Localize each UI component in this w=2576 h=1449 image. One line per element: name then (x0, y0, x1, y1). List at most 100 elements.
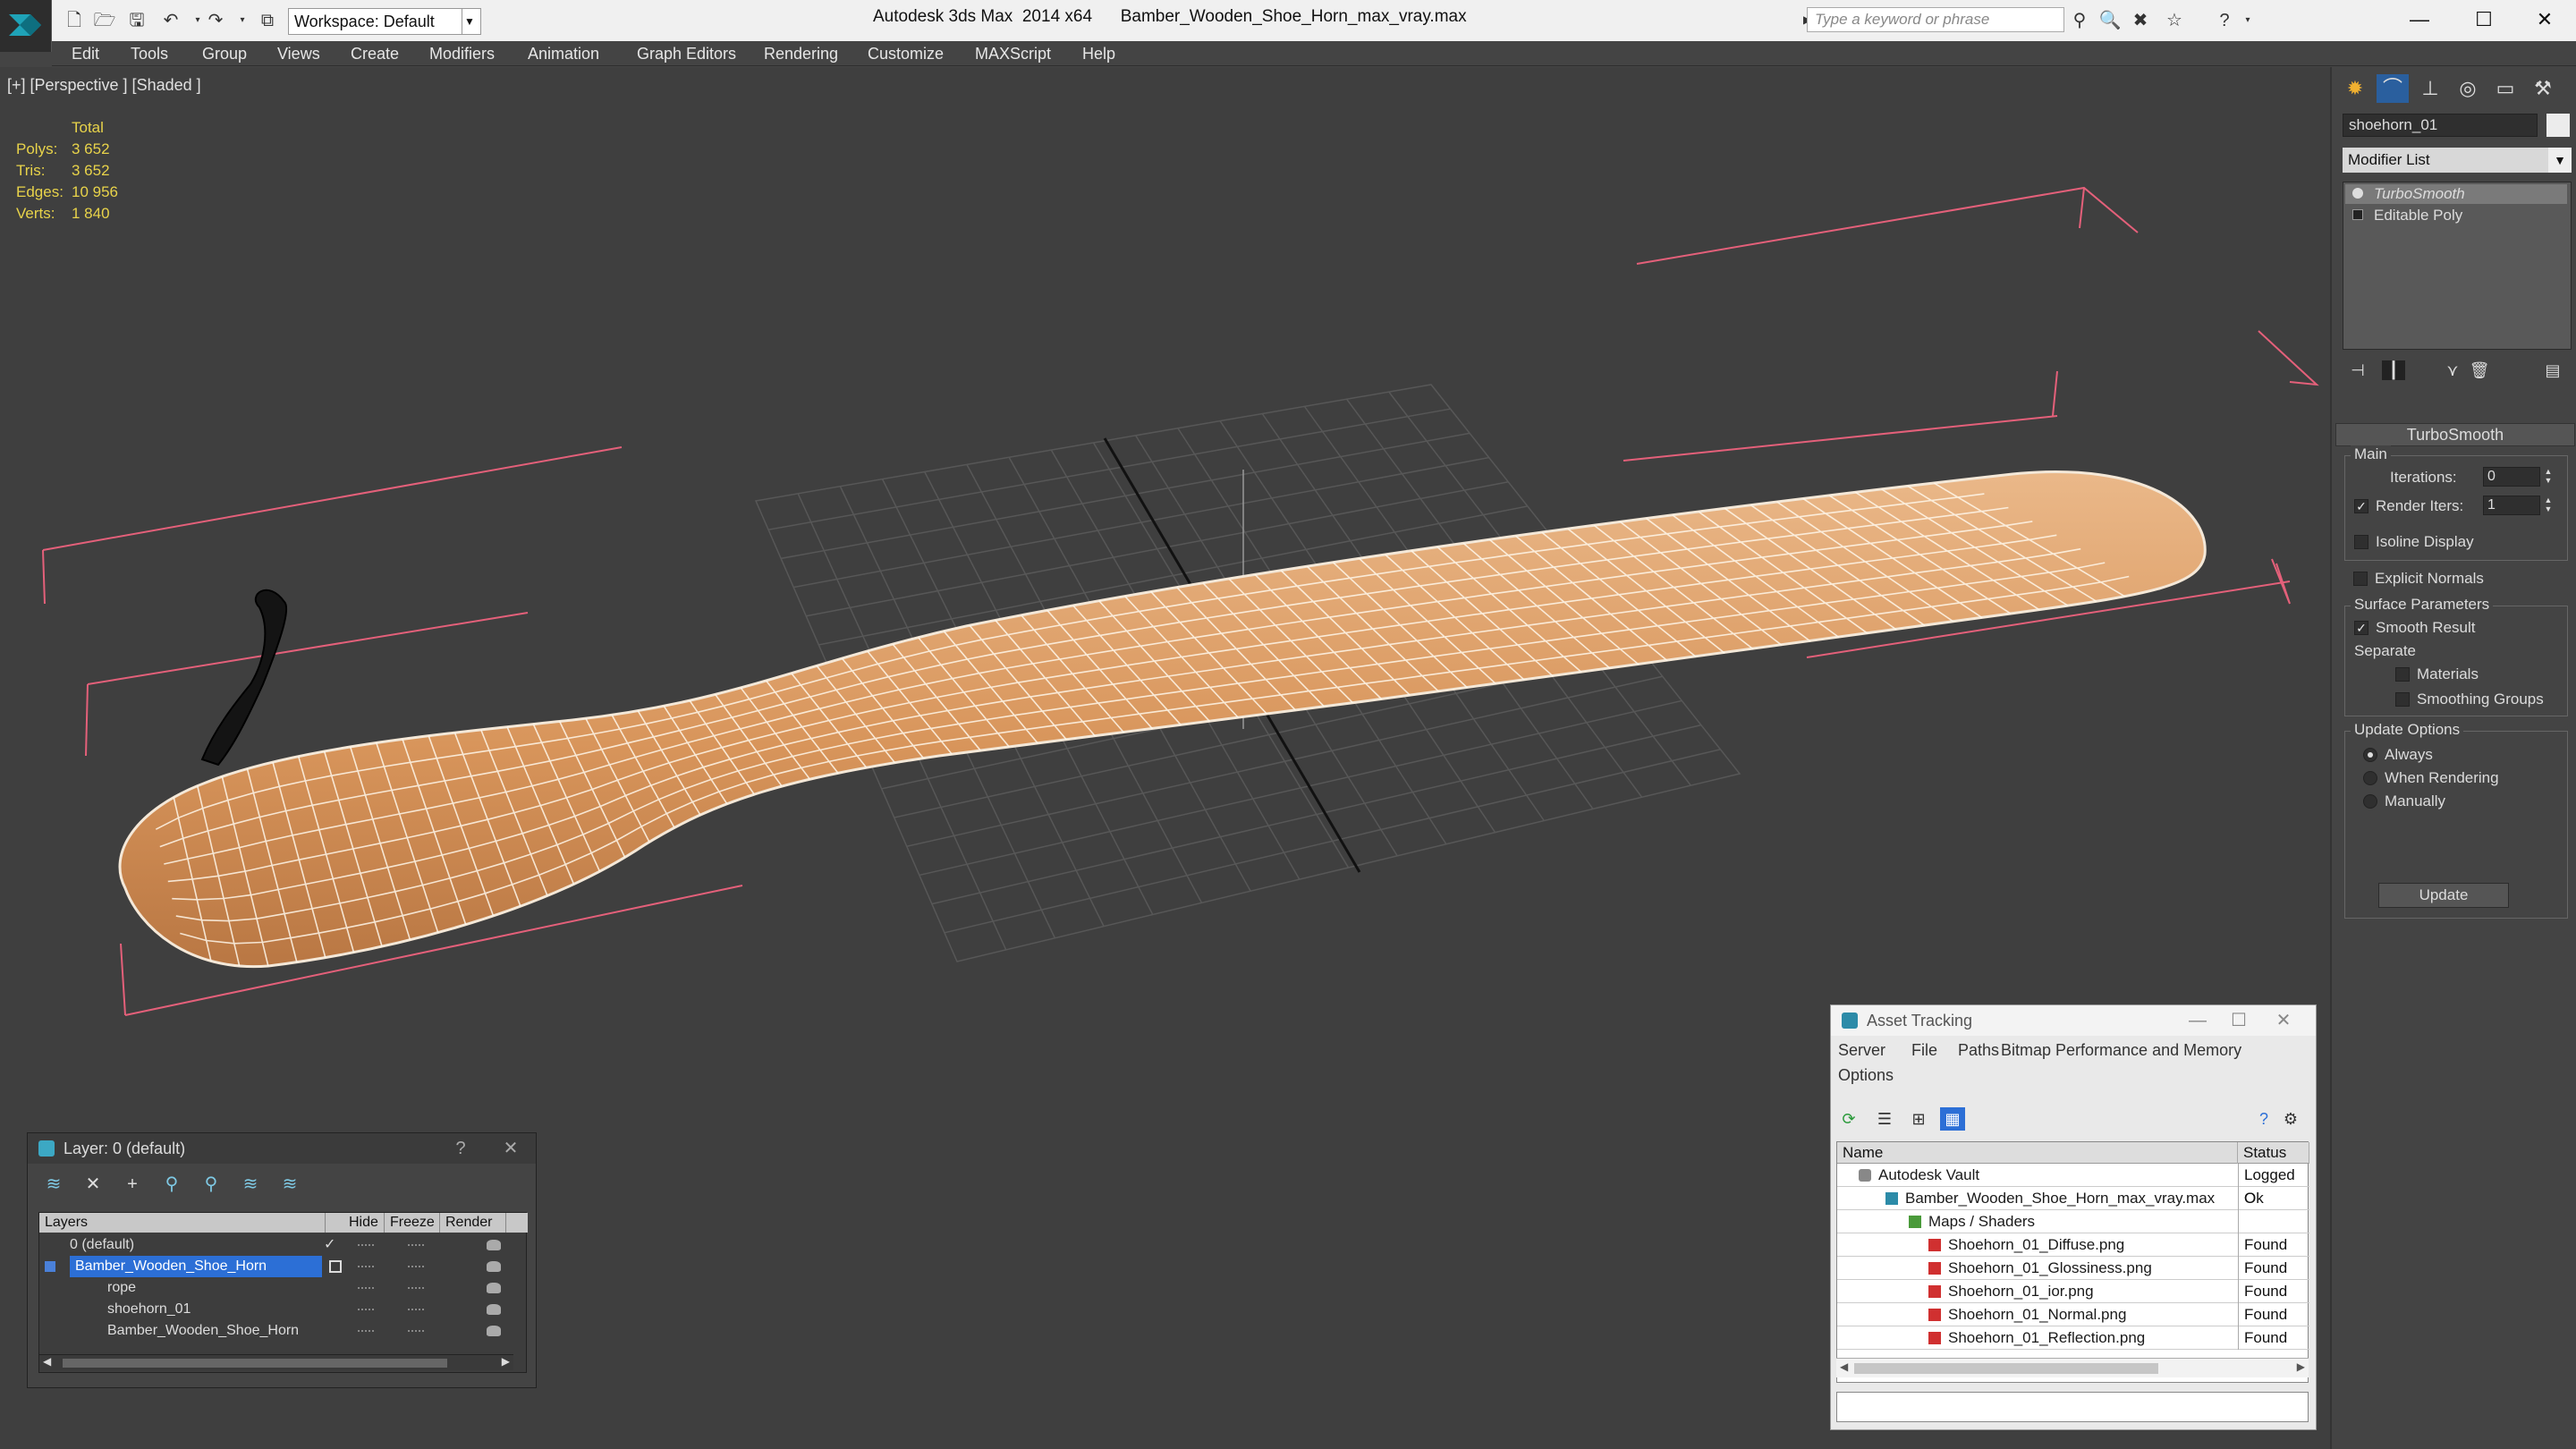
asset-row[interactable]: Shoehorn_01_Diffuse.png Found (1837, 1233, 2309, 1257)
smoothing-groups-checkbox[interactable] (2395, 692, 2410, 707)
menu-tools[interactable]: Tools (131, 45, 168, 64)
search-input[interactable]: Type a keyword or phrase (1807, 7, 2064, 32)
favorites-star-icon[interactable]: ☆ (2163, 9, 2186, 32)
menu-file[interactable]: File (1911, 1041, 1937, 1060)
asset-row[interactable]: Shoehorn_01_Reflection.png Found (1837, 1326, 2309, 1350)
list-view-icon[interactable]: ☰ (1872, 1107, 1897, 1131)
menu-help[interactable]: Help (1082, 45, 1115, 64)
menu-modifiers[interactable]: Modifiers (429, 45, 495, 64)
smooth-result-checkbox[interactable]: ✓ (2354, 621, 2368, 635)
menu-maxscript[interactable]: MAXScript (975, 45, 1051, 64)
menu-views[interactable]: Views (277, 45, 320, 64)
project-folder-icon[interactable]: ⧉ (256, 9, 279, 32)
render-teapot-icon[interactable] (487, 1283, 501, 1293)
column-header[interactable]: Hide (343, 1213, 385, 1233)
utilities-tab-icon[interactable]: ⚒ (2527, 74, 2559, 103)
scroll-thumb[interactable] (63, 1359, 447, 1368)
modifier-list-dropdown[interactable]: Modifier List ▼ (2343, 148, 2572, 173)
help-dropdown-icon[interactable]: ▾ (2236, 9, 2259, 32)
spinner-arrows-icon[interactable]: ▲ ▼ (2542, 496, 2555, 515)
redo-dropdown-icon[interactable]: ▾ (231, 9, 254, 32)
render-iters-checkbox[interactable]: ✓ (2354, 499, 2368, 513)
asset-path-field[interactable] (1836, 1392, 2309, 1422)
viewport-label[interactable]: [+] [Perspective ] [Shaded ] (7, 76, 201, 95)
menu-options[interactable]: Options (1838, 1066, 1894, 1085)
expand-plus-icon[interactable] (2352, 209, 2363, 220)
open-file-icon[interactable]: 🗁 (93, 9, 116, 32)
display-tab-icon[interactable]: ▭ (2489, 74, 2521, 103)
lightbulb-icon[interactable] (2352, 188, 2363, 199)
asset-row[interactable]: Shoehorn_01_Normal.png Found (1837, 1303, 2309, 1326)
column-header[interactable]: Freeze (385, 1213, 440, 1233)
minimize-button[interactable]: — (2180, 1005, 2216, 1036)
freeze-all-layers-icon[interactable]: ≋ (276, 1173, 303, 1196)
hide-all-layers-icon[interactable]: ≋ (237, 1173, 264, 1196)
layer-name[interactable]: 0 (default) (70, 1234, 134, 1256)
render-teapot-icon[interactable] (487, 1240, 501, 1250)
manually-radio[interactable] (2363, 794, 2377, 809)
layer-row[interactable]: Bamber_Wooden_Shoe_Horn (39, 1256, 513, 1277)
undo-icon[interactable]: ↶ (159, 9, 182, 32)
scroll-right-icon[interactable]: ▶ (2297, 1360, 2305, 1373)
menu-customize[interactable]: Customize (868, 45, 944, 64)
new-file-icon[interactable]: 🗋 (63, 9, 86, 32)
delete-layer-icon[interactable]: ✕ (80, 1173, 106, 1196)
settings-icon[interactable]: ⚙ (2278, 1107, 2303, 1131)
object-color-swatch[interactable] (2546, 114, 2570, 137)
redo-icon[interactable]: ↷ (204, 9, 227, 32)
update-button[interactable]: Update (2378, 883, 2509, 908)
motion-tab-icon[interactable]: ◎ (2452, 74, 2484, 103)
stack-item-turbosmooth[interactable]: TurboSmooth (2345, 184, 2567, 204)
when-rendering-radio[interactable] (2363, 771, 2377, 785)
layer-row[interactable]: Bamber_Wooden_Shoe_Horn (39, 1320, 513, 1342)
iterations-spinner[interactable]: 0 (2483, 467, 2540, 487)
always-radio[interactable] (2363, 748, 2377, 762)
object-name[interactable]: Bamber_Wooden_Shoe_Horn (107, 1320, 299, 1342)
pin-stack-icon[interactable]: ⊣ (2346, 360, 2369, 380)
layer-name[interactable]: Bamber_Wooden_Shoe_Horn (70, 1256, 322, 1277)
menu-group[interactable]: Group (202, 45, 247, 64)
asset-row[interactable]: Autodesk Vault Logged O (1837, 1164, 2309, 1207)
menu-create[interactable]: Create (351, 45, 399, 64)
layer-row[interactable]: rope (39, 1277, 513, 1299)
scroll-right-icon[interactable]: ▶ (502, 1355, 510, 1368)
horizontal-scrollbar[interactable]: ◀ ▶ (39, 1354, 513, 1370)
scroll-left-icon[interactable]: ◀ (43, 1355, 51, 1368)
render-teapot-icon[interactable] (487, 1326, 501, 1336)
menu-server[interactable]: Server (1838, 1041, 1885, 1060)
asset-row[interactable]: Shoehorn_01_ior.png Found (1837, 1280, 2309, 1303)
close-icon[interactable]: ✕ (493, 1133, 529, 1164)
add-to-layer-icon[interactable]: + (119, 1173, 146, 1196)
show-end-result-icon[interactable]: ┃ (2382, 360, 2405, 380)
stack-item-editable-poly[interactable]: Editable Poly (2345, 206, 2567, 225)
scroll-thumb[interactable] (1854, 1363, 2158, 1374)
object-name[interactable]: shoehorn_01 (107, 1299, 191, 1320)
asset-row[interactable]: Bamber_Wooden_Shoe_Horn_max_vray.max Ok (1837, 1187, 2309, 1210)
create-layer-icon[interactable]: ≋ (40, 1173, 67, 1196)
menu-animation[interactable]: Animation (528, 45, 599, 64)
help-icon[interactable]: ? (443, 1133, 479, 1164)
asset-row[interactable]: Shoehorn_01_Glossiness.png Found (1837, 1257, 2309, 1280)
table-view-icon[interactable]: ▦ (1940, 1107, 1965, 1131)
maximize-button[interactable]: ☐ (2462, 5, 2506, 36)
materials-checkbox[interactable] (2395, 667, 2410, 682)
maximize-button[interactable]: ☐ (2221, 1005, 2257, 1036)
object-name[interactable]: rope (107, 1277, 136, 1299)
save-icon[interactable]: 🖫 (125, 9, 148, 32)
current-layer-box-icon[interactable] (329, 1260, 342, 1273)
column-header[interactable]: Name (1837, 1142, 2238, 1164)
layer-row[interactable]: shoehorn_01 (39, 1299, 513, 1320)
tree-view-icon[interactable]: ⊞ (1906, 1107, 1931, 1131)
help-icon[interactable]: ? (2213, 9, 2236, 32)
binoculars-icon[interactable]: ⚲ (2068, 9, 2091, 32)
close-button[interactable]: ✕ (2266, 1005, 2301, 1036)
column-header[interactable]: Render (440, 1213, 506, 1233)
isoline-display-checkbox[interactable] (2354, 535, 2368, 549)
menu-rendering[interactable]: Rendering (764, 45, 838, 64)
menu-graph-editors[interactable]: Graph Editors (637, 45, 736, 64)
subscription-icon[interactable]: 🔍 (2098, 9, 2122, 32)
render-iters-spinner[interactable]: 1 (2483, 496, 2540, 515)
spinner-arrows-icon[interactable]: ▲ ▼ (2542, 467, 2555, 487)
hierarchy-tab-icon[interactable]: ⊥ (2414, 74, 2446, 103)
asset-row[interactable]: Maps / Shaders (1837, 1210, 2309, 1233)
